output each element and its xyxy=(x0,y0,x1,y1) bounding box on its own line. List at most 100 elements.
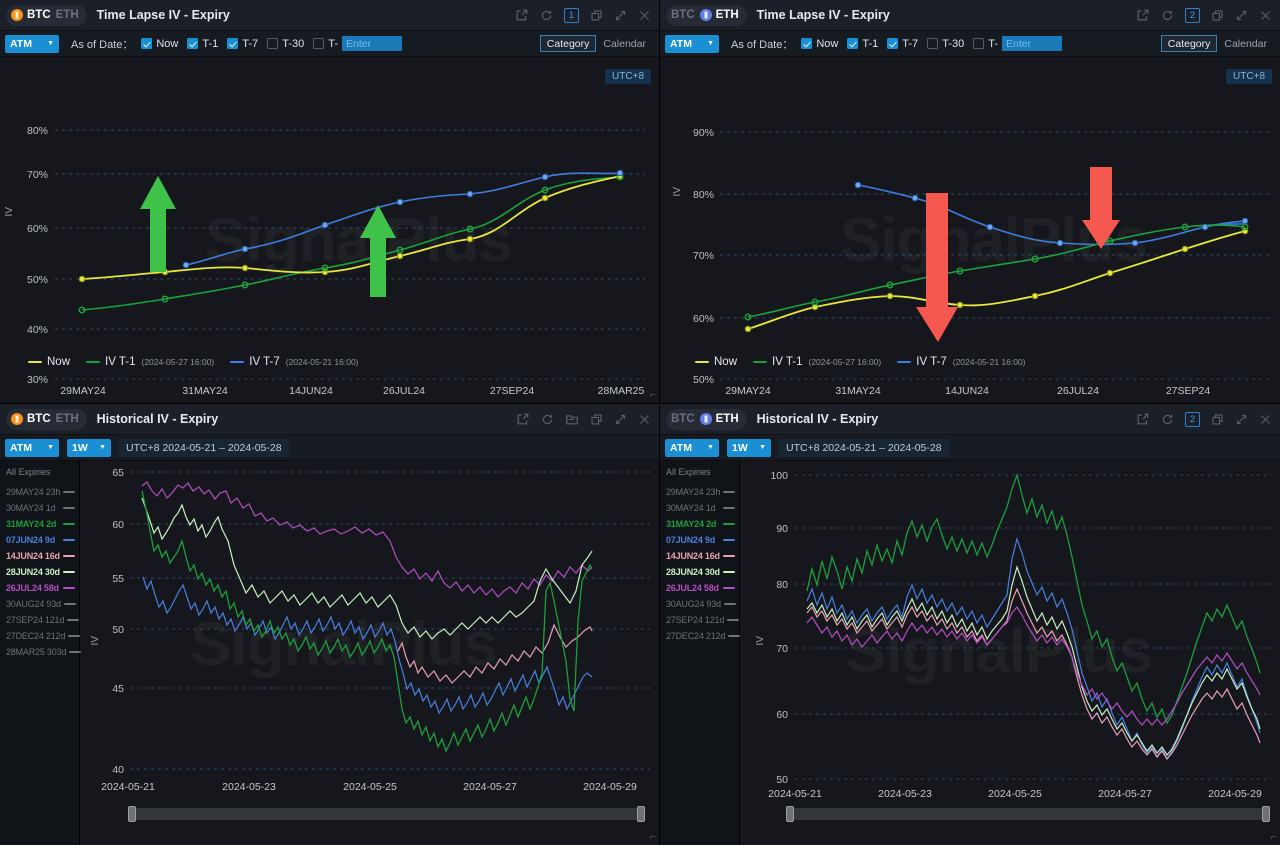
checkbox-t30[interactable]: T-30 xyxy=(927,38,964,50)
legend-item-now[interactable]: Now xyxy=(28,356,70,368)
coin-eth[interactable]: ETH xyxy=(700,9,739,21)
checkbox-tcustom[interactable]: T-Enter xyxy=(313,36,402,51)
coin-btc[interactable]: BTC xyxy=(11,413,51,425)
legend-label: Now xyxy=(714,356,737,368)
checkbox-t1[interactable]: T-1 xyxy=(187,38,218,50)
checkbox-box xyxy=(847,38,858,49)
expand-icon[interactable] xyxy=(1235,9,1248,22)
panel-resize-handle[interactable]: ⌐ xyxy=(1271,832,1277,843)
scrollbar-right-grip[interactable] xyxy=(1262,806,1270,822)
checkbox-now[interactable]: Now xyxy=(141,38,178,50)
legend-item-iv-t1[interactable]: IV T-1(2024-05-27 16:00) xyxy=(753,356,881,368)
expand-icon[interactable] xyxy=(614,9,627,22)
checkbox-t7[interactable]: T-7 xyxy=(227,38,258,50)
coin-selector[interactable]: BTC ETH xyxy=(6,5,87,26)
chart-plot-area xyxy=(0,461,660,845)
chart-body: SignalPlus UTC+8 IV 90% 80% 70% 60% 50% xyxy=(660,57,1280,403)
expand-icon[interactable] xyxy=(1235,413,1248,426)
scrollbar-left-grip[interactable] xyxy=(128,806,136,822)
refresh-icon[interactable] xyxy=(540,9,553,22)
checkbox-label: Now xyxy=(816,38,838,50)
checkbox-t7[interactable]: T-7 xyxy=(887,38,918,50)
chevron-down-icon: ▼ xyxy=(707,40,714,47)
refresh-icon[interactable] xyxy=(1161,9,1174,22)
x-tick: 2024-05-25 xyxy=(343,781,397,793)
checkbox-t30[interactable]: T-30 xyxy=(267,38,304,50)
coin-btc[interactable]: BTC xyxy=(671,413,695,425)
refresh-icon[interactable] xyxy=(541,413,554,426)
strike-select[interactable]: ATM ▼ xyxy=(665,439,719,457)
close-icon[interactable] xyxy=(638,9,651,22)
x-tick: 2024-05-23 xyxy=(222,781,276,793)
scrollbar-left-grip[interactable] xyxy=(786,806,794,822)
external-link-icon[interactable] xyxy=(1136,8,1150,22)
panel-number-badge[interactable]: 1 xyxy=(564,8,579,23)
panel-number-badge[interactable]: 2 xyxy=(1185,8,1200,23)
checkbox-now[interactable]: Now xyxy=(801,38,838,50)
panel-number-badge[interactable]: 2 xyxy=(1185,412,1200,427)
coin-btc-label: BTC xyxy=(671,9,695,21)
coin-eth[interactable]: ETH xyxy=(700,413,739,425)
external-link-icon[interactable] xyxy=(516,412,530,426)
coin-selector[interactable]: BTC ETH xyxy=(6,409,87,430)
close-icon[interactable] xyxy=(1259,9,1272,22)
checkbox-t1[interactable]: T-1 xyxy=(847,38,878,50)
legend-item-iv-t1[interactable]: IV T-1(2024-05-27 16:00) xyxy=(86,356,214,368)
checkbox-label: Now xyxy=(156,38,178,50)
coin-btc[interactable]: BTC xyxy=(671,9,695,21)
tab-calendar[interactable]: Calendar xyxy=(596,35,653,52)
x-tick: 31MAY24 xyxy=(182,385,227,397)
coin-eth-label: ETH xyxy=(716,413,739,425)
asof-checkbox-group: Now T-1 T-7 T-30 T-Enter xyxy=(141,36,402,51)
horizontal-scrollbar[interactable] xyxy=(788,808,1268,820)
x-tick: 29MAY24 xyxy=(60,385,105,397)
checkbox-label: T-7 xyxy=(902,38,918,50)
panel-resize-handle[interactable]: ⌐ xyxy=(650,832,656,843)
tcustom-input[interactable]: Enter xyxy=(342,36,402,51)
x-tick: 31MAY24 xyxy=(835,385,880,397)
checkbox-label: T-30 xyxy=(942,38,964,50)
legend-sublabel: (2024-05-21 16:00) xyxy=(953,357,1026,367)
folder-icon[interactable] xyxy=(565,412,579,426)
duplicate-icon[interactable] xyxy=(1211,413,1224,426)
legend-item-iv-t7[interactable]: IV T-7(2024-05-21 16:00) xyxy=(230,356,358,368)
tcustom-input[interactable]: Enter xyxy=(1002,36,1062,51)
checkbox-box xyxy=(313,38,324,49)
chart-legend: Now IV T-1(2024-05-27 16:00) IV T-7(2024… xyxy=(28,356,359,368)
strike-select[interactable]: ATM ▼ xyxy=(665,35,719,53)
coin-eth[interactable]: ETH xyxy=(56,413,79,425)
external-link-icon[interactable] xyxy=(515,8,529,22)
horizontal-scrollbar[interactable] xyxy=(130,808,643,820)
coin-eth[interactable]: ETH xyxy=(56,9,79,21)
duplicate-icon[interactable] xyxy=(1211,9,1224,22)
x-tick: 26JUL24 xyxy=(383,385,425,397)
duplicate-icon[interactable] xyxy=(590,9,603,22)
coin-selector[interactable]: BTC ETH xyxy=(666,409,747,430)
external-link-icon[interactable] xyxy=(1136,412,1150,426)
tab-category[interactable]: Category xyxy=(1161,35,1218,52)
strike-select[interactable]: ATM ▼ xyxy=(5,439,59,457)
checkbox-tcustom[interactable]: T-Enter xyxy=(973,36,1062,51)
close-icon[interactable] xyxy=(1259,413,1272,426)
legend-sublabel: (2024-05-27 16:00) xyxy=(141,357,214,367)
period-select[interactable]: 1W ▼ xyxy=(67,439,111,457)
scrollbar-right-grip[interactable] xyxy=(637,806,645,822)
titlebar-actions xyxy=(516,412,651,426)
expand-icon[interactable] xyxy=(614,413,627,426)
tab-category[interactable]: Category xyxy=(540,35,597,52)
coin-selector[interactable]: BTC ETH xyxy=(666,5,747,26)
coin-btc[interactable]: BTC xyxy=(11,9,51,21)
panel-resize-handle[interactable]: ⌐ xyxy=(650,390,656,401)
legend-item-iv-t7[interactable]: IV T-7(2024-05-21 16:00) xyxy=(897,356,1025,368)
legend-label: IV T-7 xyxy=(249,356,279,368)
period-select[interactable]: 1W ▼ xyxy=(727,439,771,457)
titlebar-actions: 1 xyxy=(515,8,651,23)
x-tick: 2024-05-29 xyxy=(1208,788,1262,800)
close-icon[interactable] xyxy=(638,413,651,426)
checkbox-box xyxy=(227,38,238,49)
duplicate-icon[interactable] xyxy=(590,413,603,426)
strike-select[interactable]: ATM ▼ xyxy=(5,35,59,53)
refresh-icon[interactable] xyxy=(1161,413,1174,426)
tab-calendar[interactable]: Calendar xyxy=(1217,35,1274,52)
legend-item-now[interactable]: Now xyxy=(695,356,737,368)
